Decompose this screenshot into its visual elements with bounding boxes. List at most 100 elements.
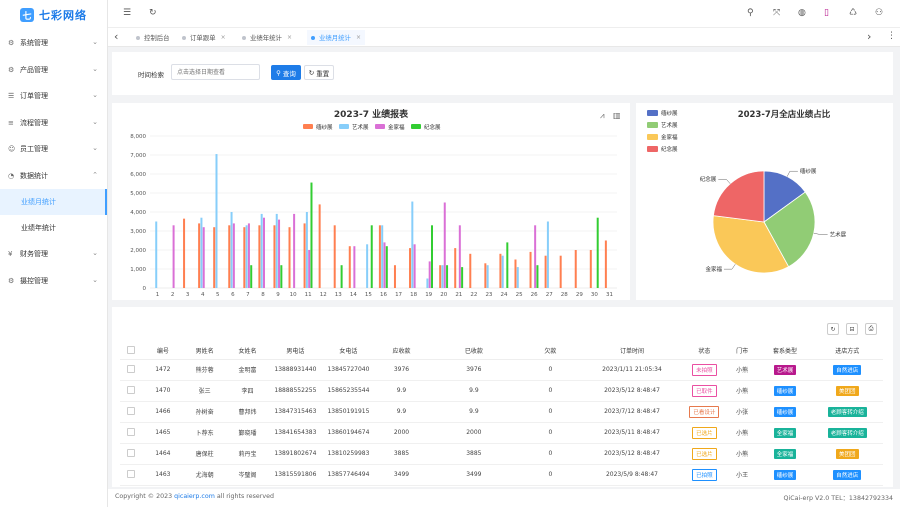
close-icon[interactable]: ×	[356, 34, 361, 41]
print-icon[interactable]: ⎙	[865, 323, 877, 335]
bar[interactable]	[200, 217, 203, 288]
bar[interactable]	[213, 227, 216, 288]
legend-swatch[interactable]	[647, 110, 658, 116]
refresh-icon[interactable]: ↻	[149, 8, 157, 18]
bar[interactable]	[340, 265, 343, 288]
pie-slice[interactable]	[712, 170, 765, 223]
table-row[interactable]: 1472 熊芬蓉 金明富 13888931440 13845727040 3976 3976…	[120, 359, 883, 381]
bar[interactable]	[293, 213, 296, 288]
bar[interactable]	[461, 267, 464, 288]
bar[interactable]	[308, 250, 311, 288]
search-icon[interactable]: ⚲	[747, 8, 754, 18]
legend-swatch[interactable]	[647, 146, 658, 152]
bar[interactable]	[430, 225, 433, 288]
bar[interactable]	[353, 246, 356, 288]
legend-swatch[interactable]	[647, 134, 658, 140]
tab-monthly-stats[interactable]: 业绩月统计 ×	[307, 30, 365, 45]
bar[interactable]	[247, 223, 250, 288]
column-header[interactable]: 门市	[725, 343, 759, 360]
menu-订单管理[interactable]: ☰ 订单管理 ⌄	[0, 83, 107, 110]
bar[interactable]	[243, 227, 246, 288]
bar[interactable]	[228, 225, 231, 288]
bar[interactable]	[232, 223, 235, 288]
bar[interactable]	[260, 213, 263, 288]
tab-order-track[interactable]: 订单跟单 ×	[178, 30, 230, 45]
bar[interactable]	[501, 255, 504, 288]
tabs-more-icon[interactable]: ⋮	[887, 31, 896, 41]
bar[interactable]	[589, 250, 592, 288]
row-checkbox[interactable]	[127, 364, 136, 373]
table-row[interactable]: 1463 尤海朝 岑璧阁 13815591806 13857746494 3499 3499…	[120, 464, 883, 486]
reset-button[interactable]: ↻ 重置	[304, 65, 334, 80]
bar[interactable]	[370, 225, 373, 288]
row-checkbox[interactable]	[127, 385, 136, 394]
bar[interactable]	[559, 255, 562, 288]
bar[interactable]	[544, 255, 547, 288]
bar[interactable]	[413, 244, 416, 288]
columns-icon[interactable]: ⊟	[846, 323, 858, 335]
bar[interactable]	[441, 265, 444, 288]
legend-label[interactable]: 艺术展	[661, 121, 678, 129]
tabs-prev-icon[interactable]: ‹	[114, 30, 118, 43]
bar[interactable]	[534, 225, 537, 288]
menu-财务管理[interactable]: ¥ 财务管理 ⌄	[0, 241, 107, 268]
mobile-icon[interactable]: ▯	[824, 8, 829, 18]
bar[interactable]	[245, 225, 248, 288]
bar[interactable]	[262, 217, 265, 288]
language-icon[interactable]: ◍	[798, 8, 806, 18]
close-icon[interactable]: ×	[221, 34, 226, 41]
legend-label[interactable]: 纪念展	[424, 123, 441, 131]
bar[interactable]	[454, 248, 457, 288]
search-button[interactable]: ⚲ 查询	[271, 65, 301, 80]
bar[interactable]	[198, 223, 201, 288]
bar[interactable]	[383, 242, 386, 288]
bar[interactable]	[172, 225, 175, 288]
bar[interactable]	[305, 212, 308, 288]
bar[interactable]	[529, 251, 532, 288]
bar[interactable]	[499, 253, 502, 288]
bar[interactable]	[258, 225, 261, 288]
tabs-next-icon[interactable]: ›	[867, 30, 871, 43]
bar[interactable]	[458, 225, 461, 288]
bar[interactable]	[411, 201, 414, 288]
column-header[interactable]: 男电话	[268, 343, 322, 360]
table-row[interactable]: 1466 孙树奋 曹邦炜 13847315463 13850191915 9.9 9.9 0 2…	[120, 401, 883, 423]
bar[interactable]	[574, 250, 577, 288]
bar[interactable]	[230, 212, 233, 288]
column-header[interactable]: 已收款	[427, 343, 520, 360]
menu-员工管理[interactable]: ☺ 员工管理 ⌄	[0, 136, 107, 163]
bar[interactable]	[155, 221, 158, 289]
column-header[interactable]: 男姓名	[183, 343, 227, 360]
row-checkbox[interactable]	[127, 406, 136, 415]
row-checkbox[interactable]	[127, 448, 136, 457]
legend-swatch[interactable]	[339, 124, 349, 129]
bar[interactable]	[516, 267, 519, 288]
submenu-item[interactable]: 业绩年统计	[0, 215, 107, 241]
theme-icon[interactable]: ♺	[849, 8, 857, 18]
bar[interactable]	[426, 278, 429, 289]
row-checkbox[interactable]	[127, 427, 136, 436]
bar[interactable]	[215, 154, 218, 288]
bar[interactable]	[484, 263, 487, 288]
bar[interactable]	[428, 261, 431, 288]
bar[interactable]	[604, 240, 607, 289]
bar[interactable]	[596, 217, 599, 288]
column-header[interactable]: 套系类型	[758, 343, 812, 360]
bar[interactable]	[381, 225, 384, 288]
bar[interactable]	[546, 221, 549, 289]
bar[interactable]	[318, 204, 321, 288]
bar[interactable]	[536, 265, 539, 288]
bar[interactable]	[385, 246, 388, 288]
bar[interactable]	[333, 225, 336, 288]
bar[interactable]	[202, 227, 205, 288]
bar[interactable]	[273, 225, 276, 288]
bar[interactable]	[348, 246, 351, 288]
bar[interactable]	[278, 219, 281, 288]
bar[interactable]	[366, 244, 369, 288]
column-header[interactable]: 欠款	[519, 343, 581, 360]
legend-label[interactable]: 金家福	[388, 123, 405, 131]
menu-系统管理[interactable]: ⚙ 系统管理 ⌄	[0, 30, 107, 57]
menu-数据统计[interactable]: ◔ 数据统计 ⌃	[0, 163, 107, 190]
refresh-icon[interactable]: ↻	[827, 323, 839, 335]
bar[interactable]	[378, 225, 381, 288]
